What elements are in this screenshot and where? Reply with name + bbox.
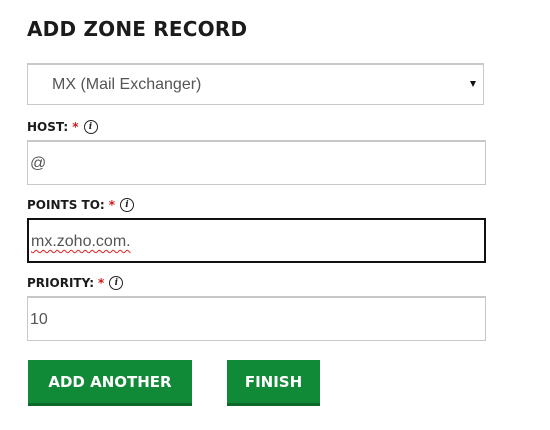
points-to-input-value: mx.zoho.com. xyxy=(31,233,131,250)
priority-required-mark: * xyxy=(98,276,105,290)
host-required-mark: * xyxy=(72,120,79,134)
priority-input-value: 10 xyxy=(30,311,48,328)
info-icon[interactable]: i xyxy=(119,198,134,212)
add-another-button[interactable]: ADD ANOTHER xyxy=(28,360,192,406)
page-title: ADD ZONE RECORD xyxy=(27,17,248,41)
finish-button[interactable]: FINISH xyxy=(227,360,320,406)
priority-input[interactable]: 10 xyxy=(27,296,486,341)
chevron-down-icon xyxy=(470,81,476,87)
points-to-required-mark: * xyxy=(108,198,115,212)
host-label: HOST: xyxy=(27,120,69,134)
points-to-label-row: POINTS TO: * i xyxy=(27,198,134,212)
record-type-selected-value: MX (Mail Exchanger) xyxy=(52,76,202,93)
priority-label-row: PRIORITY: * i xyxy=(27,276,124,290)
info-icon[interactable]: i xyxy=(109,276,124,290)
host-input-value: @ xyxy=(30,155,47,172)
info-icon[interactable]: i xyxy=(83,120,98,134)
points-to-input[interactable]: mx.zoho.com. xyxy=(27,218,486,263)
points-to-label: POINTS TO: xyxy=(27,198,105,212)
host-input[interactable]: @ xyxy=(27,140,486,185)
host-label-row: HOST: * i xyxy=(27,120,98,134)
record-type-select[interactable]: MX (Mail Exchanger) xyxy=(27,63,484,105)
priority-label: PRIORITY: xyxy=(27,276,95,290)
